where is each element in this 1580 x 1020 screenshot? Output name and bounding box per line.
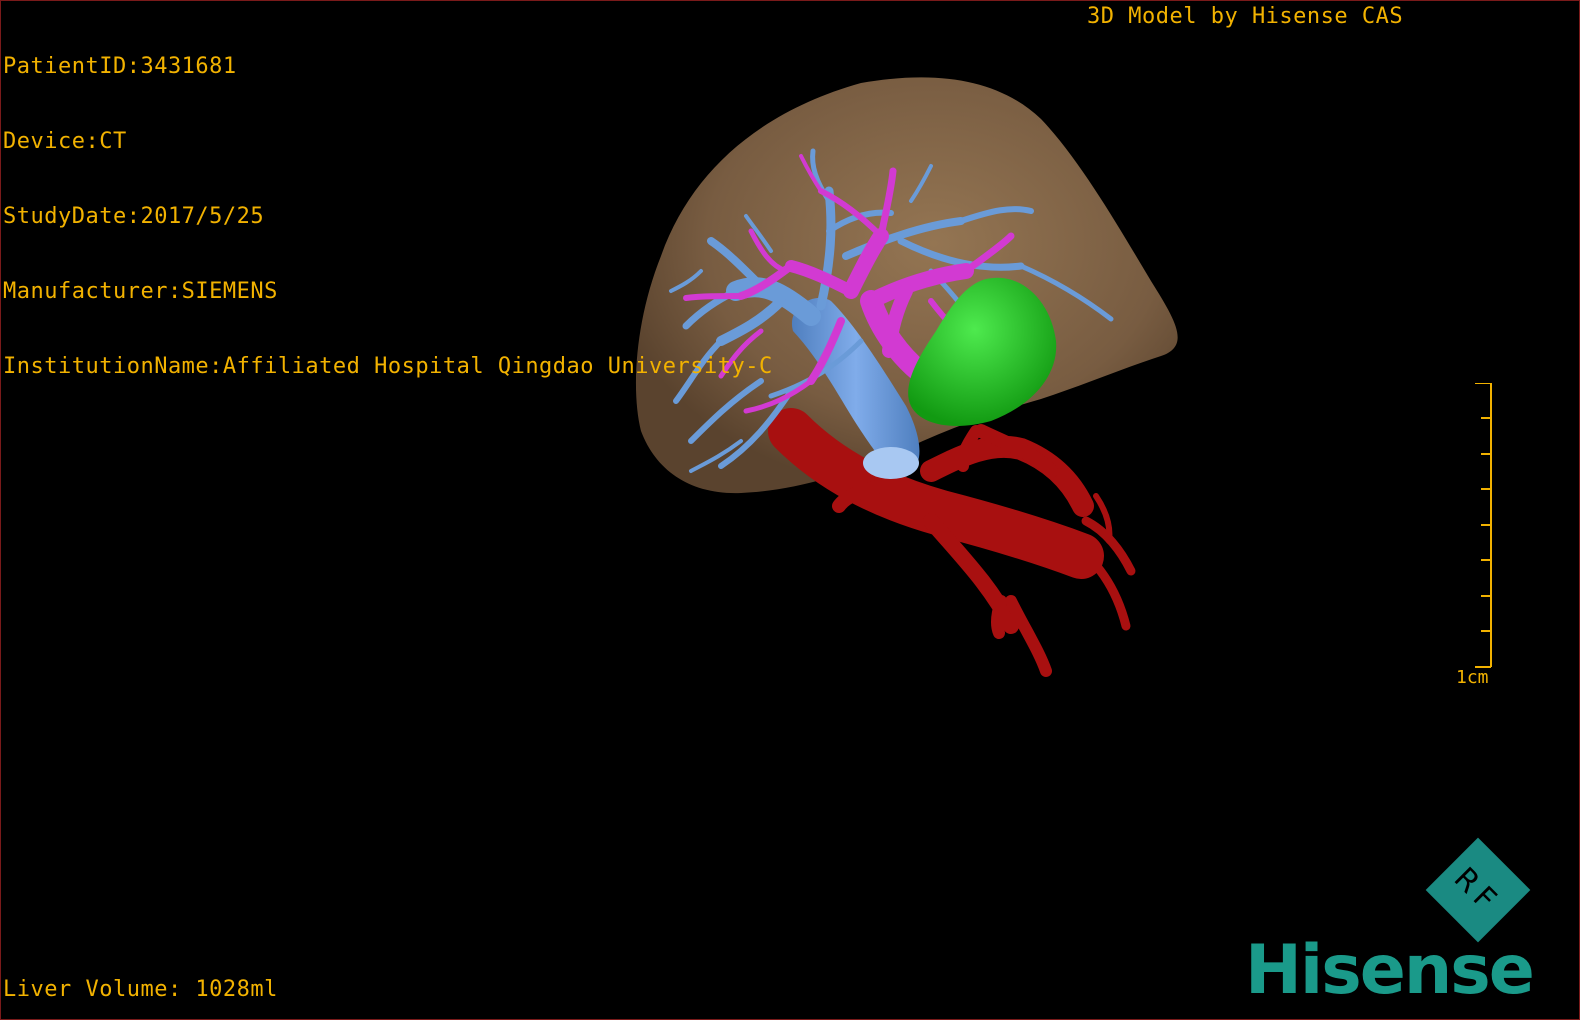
device: Device:CT bbox=[3, 129, 127, 154]
hisense-logo: Hisense bbox=[1245, 931, 1535, 1010]
liver-volume: Liver Volume: 1028ml bbox=[3, 977, 278, 1002]
rf-badge-icon: RF bbox=[1425, 837, 1531, 943]
hepatic-artery bbox=[768, 408, 1136, 677]
institution-name: InstitutionName:Affiliated Hospital Qing… bbox=[3, 354, 773, 379]
scale-bar bbox=[1475, 383, 1492, 668]
3d-viewport[interactable]: 1cm PatientID:3431681 Device:CT StudyDat… bbox=[0, 0, 1580, 1020]
patient-id: PatientID:3431681 bbox=[3, 54, 237, 79]
dicom-info-overlay: PatientID:3431681 Device:CT StudyDate:20… bbox=[3, 4, 773, 429]
study-date: StudyDate:2017/5/25 bbox=[3, 204, 265, 229]
scale-label: 1cm bbox=[1456, 667, 1489, 688]
manufacturer: Manufacturer:SIEMENS bbox=[3, 279, 278, 304]
model-credit: 3D Model by Hisense CAS bbox=[1087, 4, 1404, 29]
